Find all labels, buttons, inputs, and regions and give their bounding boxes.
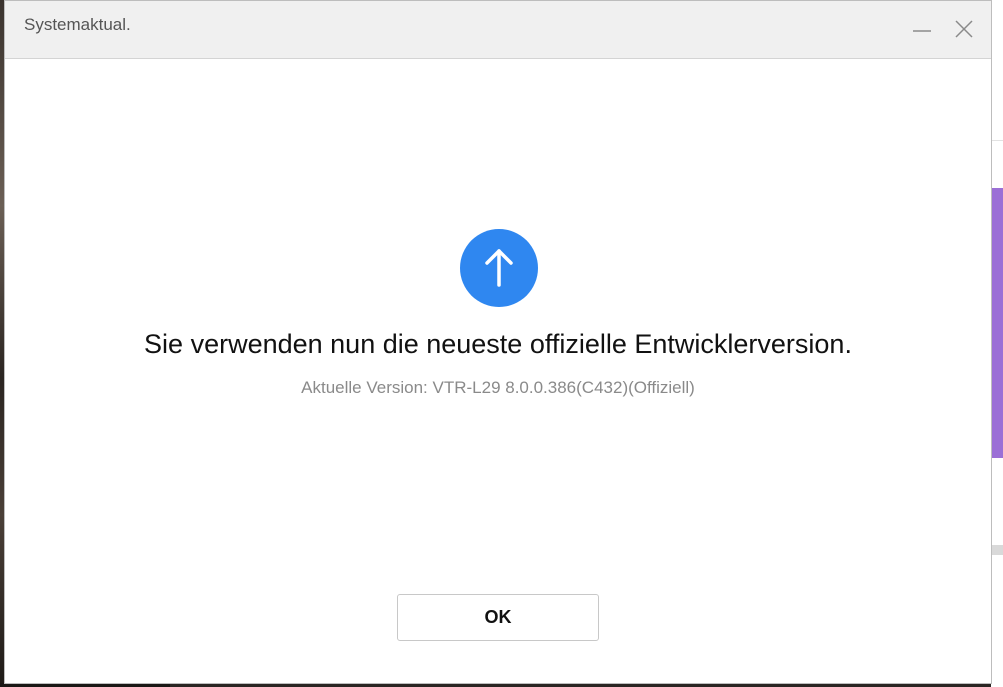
background-divider — [991, 140, 1003, 141]
close-button[interactable] — [949, 15, 979, 45]
dialog-titlebar[interactable]: Systemaktual. — [5, 1, 991, 59]
system-update-dialog: Systemaktual. Sie verwenden nun die neue… — [4, 0, 992, 684]
background-divider — [991, 545, 1003, 555]
background-purple-panel — [991, 188, 1003, 458]
status-headline: Sie verwenden nun die neueste offizielle… — [144, 329, 852, 359]
current-version-text: Aktuelle Version: VTR-L29 8.0.0.386(C432… — [301, 378, 695, 397]
arrow-up-icon — [460, 229, 538, 307]
background-app-right-edge — [991, 0, 1003, 687]
minimize-button[interactable] — [907, 15, 937, 45]
close-icon — [955, 20, 973, 38]
minimize-icon — [913, 30, 931, 32]
dialog-title: Systemaktual. — [24, 15, 131, 34]
ok-button[interactable]: OK — [397, 594, 599, 641]
